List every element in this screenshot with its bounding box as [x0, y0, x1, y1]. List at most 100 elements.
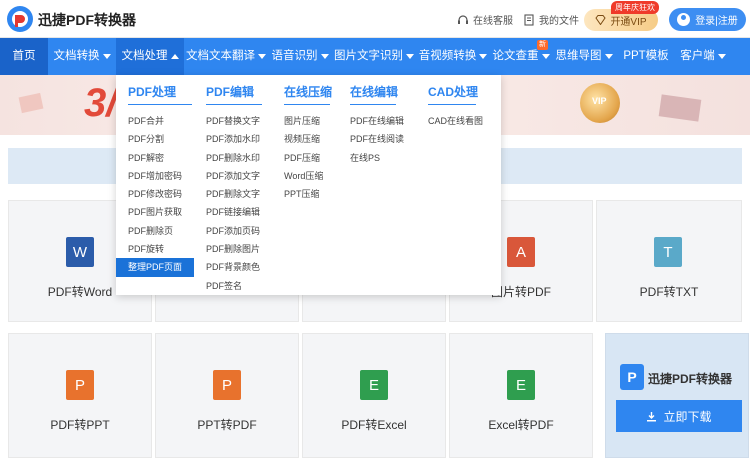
- tool-label: Excel转PDF: [488, 418, 554, 432]
- vip-coin-text: VIP: [592, 96, 607, 106]
- menu-item[interactable]: 在线PS: [350, 149, 404, 167]
- nav-doc-convert[interactable]: 文档转换: [48, 38, 116, 75]
- nav-mindmap-label: 思维导图: [555, 50, 602, 62]
- download-promo-card: P 迅捷PDF转换器 立即下载: [605, 333, 749, 458]
- main-nav: 首页 文档转换 文档处理 文档文本翻译 语音识别 图片文字识别 音视频转换 论文…: [0, 38, 750, 75]
- headset-icon: [458, 14, 468, 24]
- menu-item-pdf-decrypt[interactable]: PDF解密: [128, 149, 194, 167]
- dropdown-col-online-edit: 在线编辑 PDF在线编辑 PDF在线阅读 在线PS: [350, 83, 404, 167]
- banner-headline: 3/: [84, 81, 118, 125]
- word-icon: W: [66, 237, 94, 267]
- chevron-down-icon: [320, 54, 329, 59]
- excel-icon: E: [507, 370, 535, 400]
- nav-home-label: 首页: [12, 50, 36, 62]
- tool-label: PDF转Excel: [341, 418, 407, 432]
- menu-item[interactable]: PDF删除图片: [206, 240, 262, 258]
- nav-plagiarism[interactable]: 论文查重新: [490, 38, 552, 75]
- tool-card-pdf-to-ppt[interactable]: P PDF转PPT: [8, 333, 152, 458]
- app-logo-icon: P: [620, 364, 644, 390]
- new-badge: 新: [537, 40, 548, 50]
- download-button[interactable]: 立即下载: [616, 400, 742, 432]
- menu-item[interactable]: PDF背景颜色: [206, 258, 262, 276]
- menu-item[interactable]: PDF删除文字: [206, 185, 262, 203]
- menu-item-pdf-change-password[interactable]: PDF修改密码: [128, 185, 194, 203]
- tool-card-pdf-to-txt[interactable]: T PDF转TXT: [596, 200, 742, 322]
- tool-card-pdf-to-excel[interactable]: E PDF转Excel: [302, 333, 446, 458]
- menu-item[interactable]: PDF删除水印: [206, 149, 262, 167]
- nav-ocr-label: 图片文字识别: [334, 50, 403, 62]
- nav-ocr[interactable]: 图片文字识别: [332, 38, 416, 75]
- menu-item-pdf-extract-images[interactable]: PDF图片获取: [128, 203, 194, 221]
- nav-plagiarism-label: 论文查重: [492, 50, 539, 62]
- promo-app-name: 迅捷PDF转换器: [648, 372, 733, 386]
- menu-item-pdf-rotate[interactable]: PDF旋转: [128, 240, 194, 258]
- menu-item[interactable]: 图片压缩: [284, 112, 330, 130]
- brand-name[interactable]: 迅捷PDF转换器: [38, 10, 136, 30]
- chevron-down-icon: [258, 54, 266, 59]
- chevron-down-icon: [717, 54, 726, 59]
- menu-item[interactable]: PDF添加页码: [206, 222, 262, 240]
- menu-item[interactable]: Word压缩: [284, 167, 330, 185]
- chevron-down-icon: [102, 54, 111, 59]
- menu-item[interactable]: PDF签名: [206, 277, 262, 295]
- download-icon: [647, 411, 657, 421]
- nav-doc-convert-label: 文档转换: [53, 50, 100, 62]
- nav-av-convert[interactable]: 音视频转换: [416, 38, 490, 75]
- download-label: 立即下载: [663, 409, 712, 424]
- menu-item[interactable]: PDF在线阅读: [350, 130, 404, 148]
- doc-process-dropdown: PDF处理 PDF合并 PDF分割 PDF解密 PDF增加密码 PDF修改密码 …: [116, 75, 501, 295]
- nav-home[interactable]: 首页: [0, 38, 48, 75]
- my-files-label: 我的文件: [539, 16, 579, 27]
- menu-item-pdf-merge[interactable]: PDF合并: [128, 112, 194, 130]
- nav-ppt-templates[interactable]: PPT模板: [616, 38, 676, 75]
- menu-item-pdf-delete-pages[interactable]: PDF删除页: [128, 222, 194, 240]
- menu-item[interactable]: PDF替换文字: [206, 112, 262, 130]
- dropdown-col-title: PDF编辑: [206, 83, 262, 105]
- tool-card-ppt-to-pdf[interactable]: P PPT转PDF: [155, 333, 299, 458]
- pdf-icon: A: [507, 237, 535, 267]
- online-service-link[interactable]: 在线客服: [457, 12, 513, 27]
- nav-ppt-templates-label: PPT模板: [623, 50, 669, 62]
- dropdown-col-title: 在线编辑: [350, 83, 398, 105]
- my-files-link[interactable]: 我的文件: [523, 12, 579, 27]
- ppt-icon: P: [66, 370, 94, 400]
- sale-decoration: [658, 94, 702, 122]
- menu-item[interactable]: PDF在线编辑: [350, 112, 404, 130]
- tool-label: PDF转PPT: [50, 418, 110, 432]
- nav-speech[interactable]: 语音识别: [268, 38, 332, 75]
- nav-client[interactable]: 客户端: [676, 38, 730, 75]
- vip-label: 开通VIP: [610, 16, 647, 28]
- nav-client-label: 客户端: [680, 50, 715, 62]
- dropdown-col-pdf-edit: PDF编辑 PDF替换文字 PDF添加水印 PDF删除水印 PDF添加文字 PD…: [206, 83, 262, 295]
- menu-item-pdf-add-password[interactable]: PDF增加密码: [128, 167, 194, 185]
- online-service-label: 在线客服: [473, 16, 513, 27]
- top-header: 迅捷PDF转换器 在线客服 我的文件 开通VIP 周年庆狂欢 登录|注册: [0, 0, 750, 38]
- menu-item[interactable]: CAD在线看图: [428, 112, 483, 130]
- diamond-icon: [595, 15, 607, 25]
- menu-item[interactable]: PPT压缩: [284, 185, 330, 203]
- chevron-up-icon: [170, 54, 179, 59]
- nav-doc-process[interactable]: 文档处理: [116, 38, 184, 75]
- login-register-button[interactable]: 登录|注册: [669, 8, 746, 31]
- app-logo-icon[interactable]: [6, 5, 34, 33]
- nav-translate[interactable]: 文档文本翻译: [184, 38, 268, 75]
- menu-item[interactable]: PDF链接编辑: [206, 203, 262, 221]
- chevron-down-icon: [479, 54, 488, 59]
- file-icon: [524, 13, 534, 26]
- tool-card-excel-to-pdf[interactable]: E Excel转PDF: [449, 333, 593, 458]
- dropdown-col-title: CAD处理: [428, 83, 478, 105]
- menu-item-organize-pdf-pages[interactable]: 整理PDF页面: [116, 258, 194, 277]
- menu-item[interactable]: PDF添加文字: [206, 167, 262, 185]
- nav-translate-label: 文档文本翻译: [186, 50, 255, 62]
- chevron-down-icon: [604, 54, 613, 59]
- menu-item[interactable]: PDF添加水印: [206, 130, 262, 148]
- user-avatar-icon: [677, 13, 691, 26]
- menu-item[interactable]: 视频压缩: [284, 130, 330, 148]
- dropdown-col-cad: CAD处理 CAD在线看图: [428, 83, 483, 130]
- tool-label: PDF转TXT: [639, 285, 699, 299]
- menu-item[interactable]: PDF压缩: [284, 149, 330, 167]
- ppt-icon: P: [213, 370, 241, 400]
- menu-item-pdf-split[interactable]: PDF分割: [128, 130, 194, 148]
- nav-mindmap[interactable]: 思维导图: [552, 38, 616, 75]
- txt-icon: T: [654, 237, 682, 267]
